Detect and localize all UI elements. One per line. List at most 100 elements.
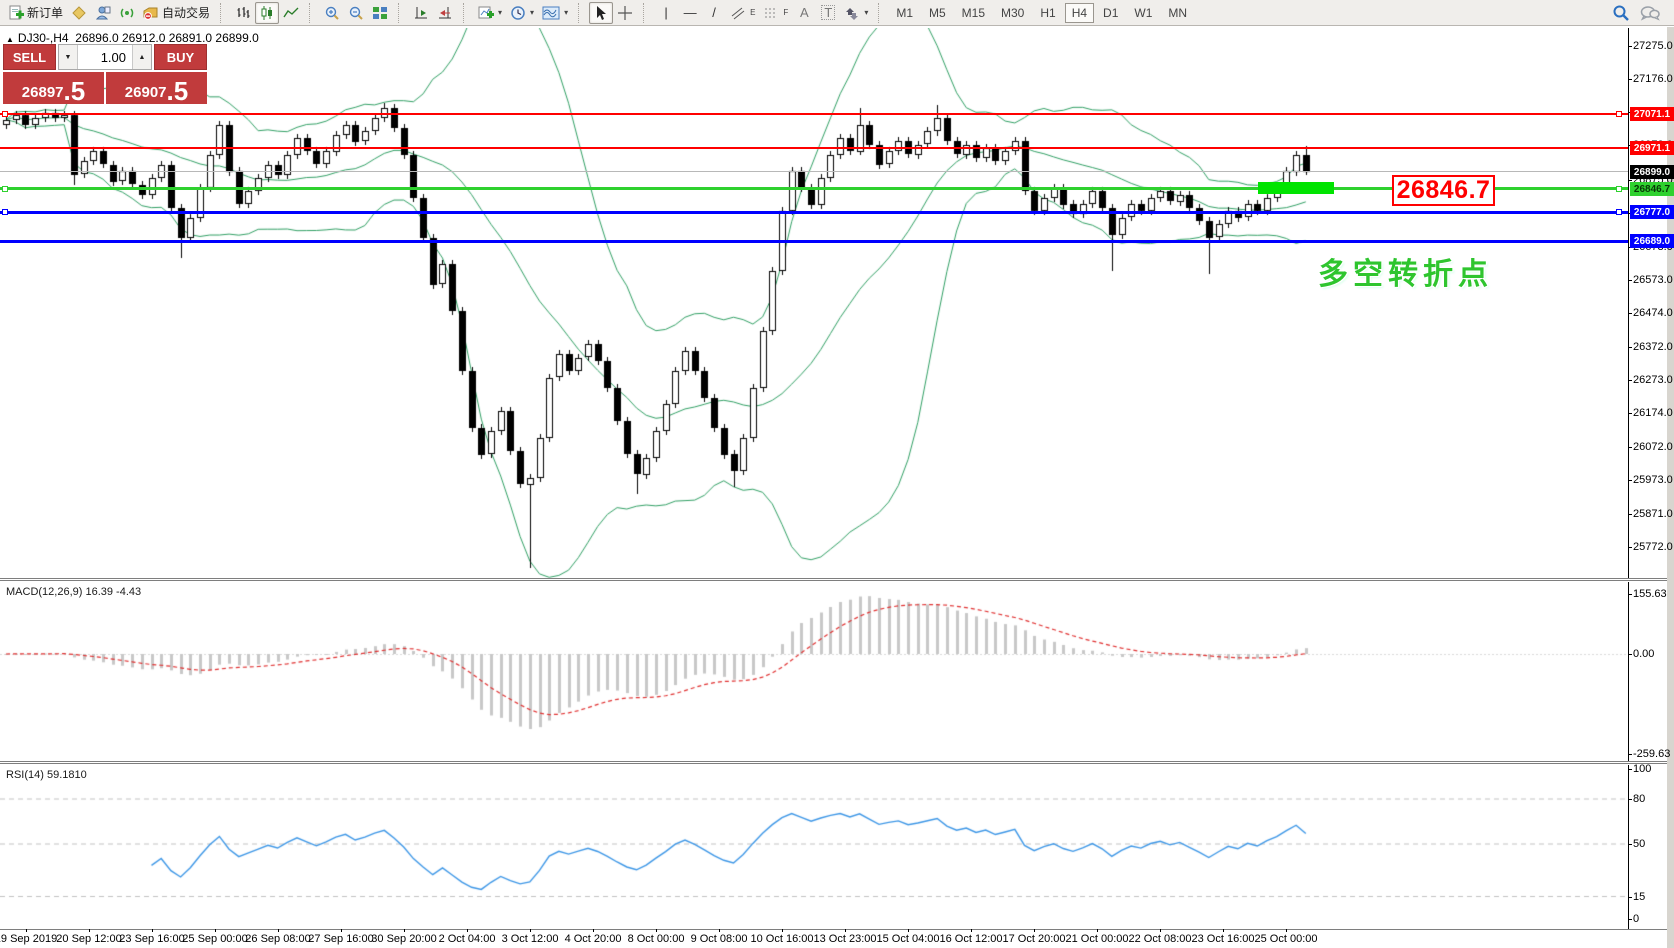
new-order-button[interactable]: 新订单 — [4, 2, 67, 24]
price-tick-mark — [1628, 347, 1632, 348]
price-tag: 26777.0 — [1630, 205, 1674, 219]
time-tick-mark — [1034, 929, 1035, 932]
line-anchor[interactable] — [1616, 186, 1622, 192]
timeframe-w1[interactable]: W1 — [1127, 3, 1159, 23]
price-tick-mark — [1628, 46, 1632, 47]
dropdown-arrow-icon: ▾ — [498, 8, 502, 17]
level-line-27071.1[interactable] — [0, 113, 1628, 115]
auto-scroll-button[interactable] — [409, 2, 433, 24]
time-tick-mark — [215, 929, 216, 932]
macd-pane-canvas[interactable] — [0, 582, 1628, 762]
toolbar-separator — [643, 3, 650, 23]
price-tick-label: 26174.0 — [1633, 407, 1673, 419]
chat-icon[interactable] — [1640, 5, 1660, 21]
timeframe-m30[interactable]: M30 — [994, 3, 1031, 23]
line-anchor[interactable] — [2, 209, 8, 215]
time-axis-label: 3 Oct 12:00 — [502, 933, 559, 945]
trendline-tool-button[interactable]: / — [702, 2, 726, 24]
level-line-26689.0[interactable] — [0, 240, 1628, 243]
level-line-26899.0[interactable] — [0, 171, 1628, 172]
price-axis-rsi[interactable] — [1628, 765, 1629, 929]
bar-chart-button[interactable] — [231, 2, 255, 24]
arrows-tool-button[interactable]: ▾ — [840, 2, 872, 24]
macd-tick-mark — [1628, 754, 1632, 755]
highlight-rect — [1258, 182, 1334, 194]
candlestick-chart-button[interactable] — [255, 2, 279, 24]
price-tag: 26899.0 — [1630, 165, 1674, 179]
volume-decrease-button[interactable]: ▼ — [59, 45, 78, 69]
level-line-26777.0[interactable] — [0, 211, 1628, 214]
line-anchor[interactable] — [1616, 209, 1622, 215]
timeframe-m1[interactable]: M1 — [889, 3, 920, 23]
sell-button[interactable]: SELL — [3, 44, 56, 70]
fibonacci-tool-button[interactable]: F — [759, 2, 792, 24]
text-tool-button[interactable]: A — [792, 2, 816, 24]
auto-trading-button[interactable]: 自动交易 — [139, 2, 214, 24]
timeframe-h4[interactable]: H4 — [1065, 3, 1094, 23]
bar-chart-icon — [235, 5, 251, 21]
main-chart-canvas[interactable] — [0, 28, 1628, 579]
price-axis-macd[interactable] — [1628, 582, 1629, 761]
channel-tool-button[interactable]: E — [726, 2, 759, 24]
timeframe-m5[interactable]: M5 — [922, 3, 953, 23]
pane-splitter[interactable] — [0, 578, 1667, 581]
timeframe-mn[interactable]: MN — [1161, 3, 1194, 23]
buy-price-display[interactable]: 26907.5 — [106, 72, 207, 104]
level-line-26846.7[interactable] — [0, 187, 1628, 190]
text-label-icon: T — [821, 5, 835, 20]
tile-windows-button[interactable] — [368, 2, 392, 24]
line-anchor[interactable] — [2, 186, 8, 192]
zoom-out-button[interactable] — [344, 2, 368, 24]
price-axis-main[interactable] — [1628, 28, 1629, 578]
mt4-window: 新订单 自动交易 — [0, 0, 1674, 948]
level-line-26971.1[interactable] — [0, 147, 1628, 149]
zoom-in-button[interactable] — [320, 2, 344, 24]
timeframe-d1[interactable]: D1 — [1096, 3, 1125, 23]
horizontal-line-tool-button[interactable]: — — [678, 2, 702, 24]
price-tick-mark — [1628, 180, 1632, 181]
time-tick-mark — [530, 929, 531, 932]
rsi-pane-canvas[interactable] — [0, 765, 1628, 928]
indicators-button[interactable]: ▾ — [474, 2, 506, 24]
chart-shift-button[interactable] — [433, 2, 457, 24]
cursor-tool-button[interactable] — [589, 2, 613, 24]
line-anchor[interactable] — [1616, 111, 1622, 117]
line-chart-button[interactable] — [279, 2, 303, 24]
volume-increase-button[interactable]: ▲ — [132, 45, 151, 69]
signal-icon — [119, 5, 135, 21]
price-tick-mark — [1628, 514, 1632, 515]
timeframe-h1[interactable]: H1 — [1033, 3, 1062, 23]
price-alert-button[interactable] — [67, 2, 91, 24]
time-axis-label: 26 Sep 08:00 — [245, 933, 310, 945]
time-tick-mark — [404, 929, 405, 932]
price-tag: 26846.7 — [1630, 182, 1674, 196]
price-tick-label: 27275.0 — [1633, 40, 1673, 52]
price-tick-label: 26573.0 — [1633, 274, 1673, 286]
new-order-label: 新订单 — [27, 4, 63, 21]
periods-button[interactable]: ▾ — [506, 2, 538, 24]
sell-price-display[interactable]: 26897.5 — [3, 72, 104, 104]
time-axis-label: 13 Oct 23:00 — [814, 933, 877, 945]
volume-input[interactable] — [78, 45, 132, 69]
trendline-icon: / — [712, 6, 716, 19]
time-axis-label: 8 Oct 00:00 — [628, 933, 685, 945]
dropdown-arrow-icon: ▾ — [864, 8, 868, 17]
vertical-line-icon: | — [664, 6, 667, 19]
templates-button[interactable]: ▾ — [538, 2, 572, 24]
search-icon[interactable] — [1612, 4, 1630, 22]
pane-splitter[interactable] — [0, 761, 1667, 764]
signal-button[interactable] — [115, 2, 139, 24]
profile-button[interactable] — [91, 2, 115, 24]
crosshair-tool-button[interactable] — [613, 2, 637, 24]
buy-button[interactable]: BUY — [154, 44, 207, 70]
vertical-line-tool-button[interactable]: | — [654, 2, 678, 24]
horizontal-line-icon: — — [684, 6, 697, 19]
timeframe-m15[interactable]: M15 — [955, 3, 992, 23]
text-label-tool-button[interactable]: T — [816, 2, 840, 24]
toolbar-separator — [398, 3, 405, 23]
price-tick-label: 26072.0 — [1633, 441, 1673, 453]
time-tick-mark — [656, 929, 657, 932]
time-axis-label: 27 Sep 16:00 — [308, 933, 373, 945]
line-anchor[interactable] — [2, 111, 8, 117]
price-tag: 26689.0 — [1630, 234, 1674, 248]
